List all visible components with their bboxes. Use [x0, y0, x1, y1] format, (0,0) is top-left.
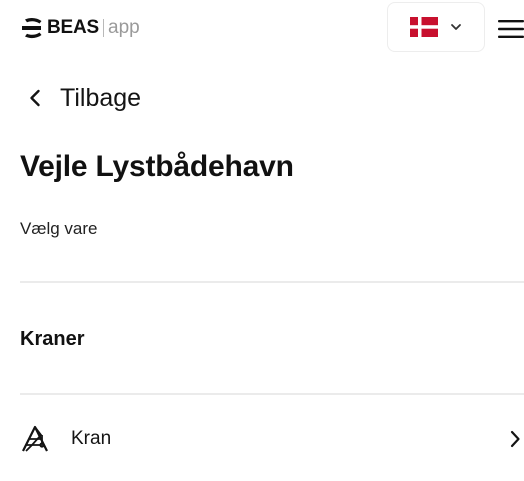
- chevron-left-icon: [30, 89, 40, 107]
- page-subtitle: Vælg vare: [20, 219, 98, 238]
- chevron-right-icon: [510, 430, 520, 448]
- logo-brand-text: BEAS: [47, 17, 99, 38]
- divider: [20, 393, 524, 395]
- logo-separator: [103, 19, 104, 37]
- list-item-label: Kran: [71, 428, 112, 449]
- beas-app-logo[interactable]: BEAS app: [20, 15, 140, 41]
- divider: [20, 281, 524, 283]
- app-header: BEAS app: [0, 0, 524, 56]
- logo-app-text: app: [108, 17, 140, 38]
- chevron-down-icon: [451, 24, 461, 30]
- language-selector[interactable]: [387, 2, 485, 52]
- hamburger-menu-icon[interactable]: [498, 18, 524, 40]
- page-title: Vejle Lystbådehavn: [20, 150, 294, 183]
- crane-icon: [22, 425, 48, 452]
- flag-denmark-icon: [410, 17, 438, 37]
- back-link[interactable]: Tilbage: [28, 83, 141, 113]
- beas-logo-icon: [22, 17, 42, 39]
- section-title-kraner: Kraner: [20, 328, 85, 350]
- list-item-kran[interactable]: Kran: [20, 412, 524, 466]
- back-label: Tilbage: [60, 83, 142, 112]
